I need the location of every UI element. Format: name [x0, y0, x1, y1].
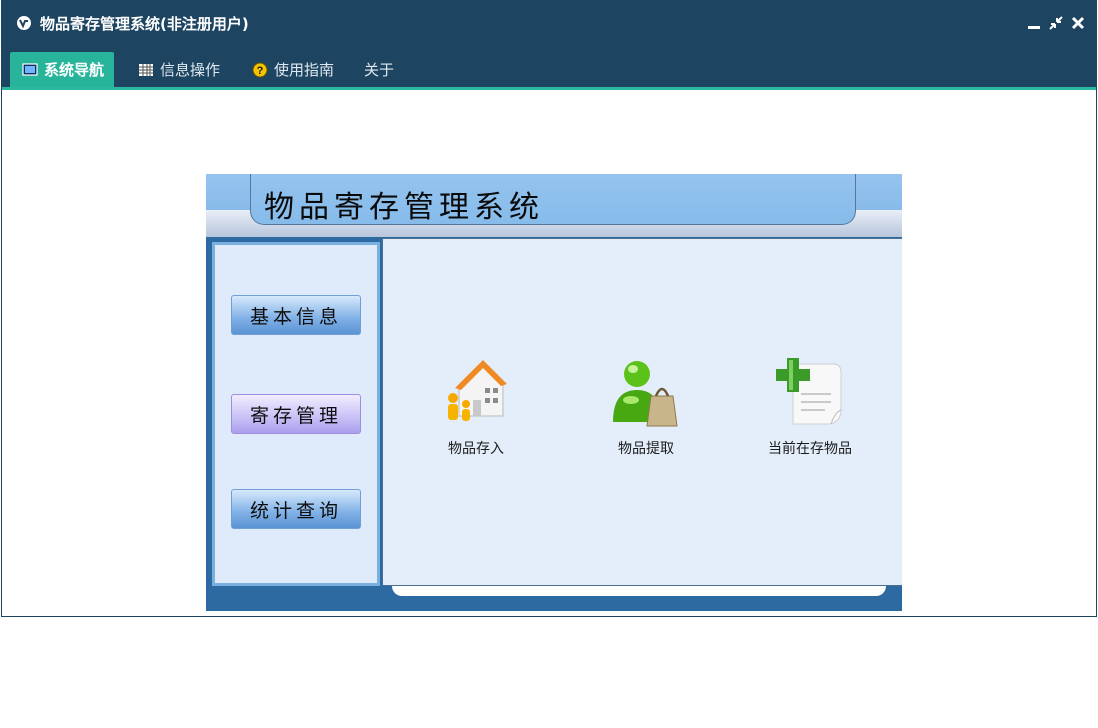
- sidebar-button-label: 基本信息: [249, 305, 342, 328]
- app-logo-icon: [17, 16, 31, 30]
- help-icon: ?: [252, 62, 268, 77]
- menu-label: 关于: [364, 61, 395, 79]
- sidebar-button-statistics[interactable]: 统计查询: [231, 489, 361, 529]
- svg-text:?: ?: [257, 65, 264, 77]
- menu-tab-system-nav[interactable]: 系统导航: [10, 52, 115, 87]
- document-add-icon: [776, 358, 842, 425]
- sidebar-button-basic-info[interactable]: 基本信息: [231, 295, 361, 335]
- window-title: 物品寄存管理系统(非注册用户): [40, 15, 249, 33]
- panel-title: 物品寄存管理系统: [264, 190, 544, 225]
- main-window: 物品寄存管理系统(非注册用户) 系统导航 信息操作 ? 使用指南 关于 物品寄存…: [1, 0, 1097, 617]
- menu-label: 信息操作: [160, 61, 221, 79]
- feature-current-stock[interactable]: 当前在存物品: [745, 354, 875, 458]
- user-bag-icon: [613, 361, 678, 427]
- menu-tab-guide[interactable]: ? 使用指南: [252, 52, 334, 87]
- menu-label: 系统导航: [44, 61, 105, 79]
- minimize-icon[interactable]: [1026, 15, 1042, 31]
- bottom-strip: [392, 586, 886, 596]
- feature-label: 物品提取: [618, 441, 674, 457]
- sidebar-button-label: 寄存管理: [249, 404, 342, 427]
- grid-icon: [139, 63, 153, 76]
- close-icon[interactable]: [1070, 15, 1086, 31]
- house-family-icon: [448, 360, 507, 421]
- feature-retrieve-item[interactable]: 物品提取: [581, 354, 711, 458]
- feature-label: 当前在存物品: [768, 441, 852, 457]
- sidebar-button-label: 统计查询: [249, 499, 342, 522]
- sidebar: 基本信息 寄存管理 统计查询: [212, 242, 380, 586]
- menu-tab-about[interactable]: 关于: [364, 52, 394, 87]
- menu-tab-info-ops[interactable]: 信息操作: [138, 52, 220, 87]
- feature-deposit-item[interactable]: 物品存入: [411, 354, 541, 458]
- monitor-icon: [22, 62, 38, 76]
- sidebar-button-storage-management[interactable]: 寄存管理: [231, 394, 361, 434]
- menu-bar: 系统导航 信息操作 ? 使用指南 关于: [2, 45, 1096, 90]
- main-area: 物品存入 物品提取 当前在存物品: [382, 238, 902, 586]
- title-bar[interactable]: 物品寄存管理系统(非注册用户): [2, 1, 1096, 45]
- app-panel: 物品寄存管理系统 基本信息 寄存管理 统计查询 物品存入 物品提取 当前在存物品: [206, 174, 902, 611]
- feature-label: 物品存入: [448, 441, 504, 457]
- content-area: 物品寄存管理系统 基本信息 寄存管理 统计查询 物品存入 物品提取 当前在存物品: [2, 90, 1096, 616]
- restore-icon[interactable]: [1048, 15, 1064, 31]
- menu-label: 使用指南: [274, 61, 335, 79]
